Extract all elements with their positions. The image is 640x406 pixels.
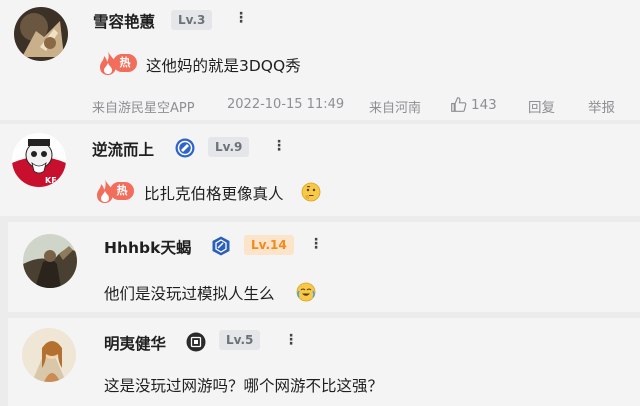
reply-button[interactable]: 回复 [528,96,555,116]
like-button[interactable]: 143 [450,96,497,113]
hot-label: 热 [110,182,134,200]
hot-label: 热 [113,54,137,72]
comment-text: 这是没玩过网游吗？哪个网游不比这强？ [104,377,384,395]
level-badge: Lv.9 [208,137,250,157]
username[interactable]: 雪容艳蕙 [93,10,155,32]
svg-text:KF: KF [45,176,57,185]
username[interactable]: Hhhbk天蝎 [104,236,191,258]
comment-card: 明夷健华 Lv.5 ⋮ 这是没玩过网游吗？哪个网游不比这强？ [8,318,640,406]
more-options-icon[interactable]: ⋮ [234,10,249,26]
level-badge: Lv.5 [219,330,261,350]
comment-text: 他们是没玩过模拟人生么 [104,285,275,303]
level-badge: Lv.14 [244,235,294,255]
comment-card: KF 逆流而上 Lv.9 ⋮ 热 比扎克伯格更像真人 [0,124,640,216]
username[interactable]: 逆流而上 [92,138,154,160]
crying-laughing-emoji-icon [296,282,316,302]
comment-text: 比扎克伯格更像真人 [144,185,284,203]
avatar-image: KF [12,133,66,187]
source-text: 来自游民星空APP [92,101,195,116]
location-text: 来自河南 [369,101,422,116]
thinking-emoji-icon [301,182,321,202]
thumbs-up-icon [451,97,467,112]
more-options-icon[interactable]: ⋮ [309,236,324,252]
timestamp: 2022-10-15 11:49 [227,97,345,112]
avatar[interactable]: KF [12,133,66,187]
report-button[interactable]: 举报 [588,96,615,116]
blue-medal-icon [175,138,195,158]
username[interactable]: 明夷健华 [104,332,166,354]
comment-text: 这他妈的就是3DQQ秀 [146,57,301,75]
avatar[interactable] [23,234,77,288]
more-options-icon[interactable]: ⋮ [284,332,299,348]
hexagon-badge-icon [211,236,231,256]
hot-badge: 热 [97,51,137,75]
avatar[interactable] [14,7,68,61]
like-count: 143 [471,96,497,113]
comment-card: Hhhbk天蝎 Lv.14 ⋮ 他们是没玩过模拟人生么 [8,222,640,312]
avatar[interactable] [22,328,76,382]
avatar-image [14,7,68,61]
level-badge: Lv.3 [171,10,213,30]
hot-badge: 热 [94,179,134,203]
avatar-image [23,234,77,288]
avatar-image [22,328,76,382]
more-options-icon[interactable]: ⋮ [272,138,287,154]
comment-card: 雪容艳蕙 Lv.3 ⋮ 热 这他妈的就是3DQQ秀 来自游民星空APP 2022… [0,0,640,120]
square-badge-icon [186,332,206,352]
